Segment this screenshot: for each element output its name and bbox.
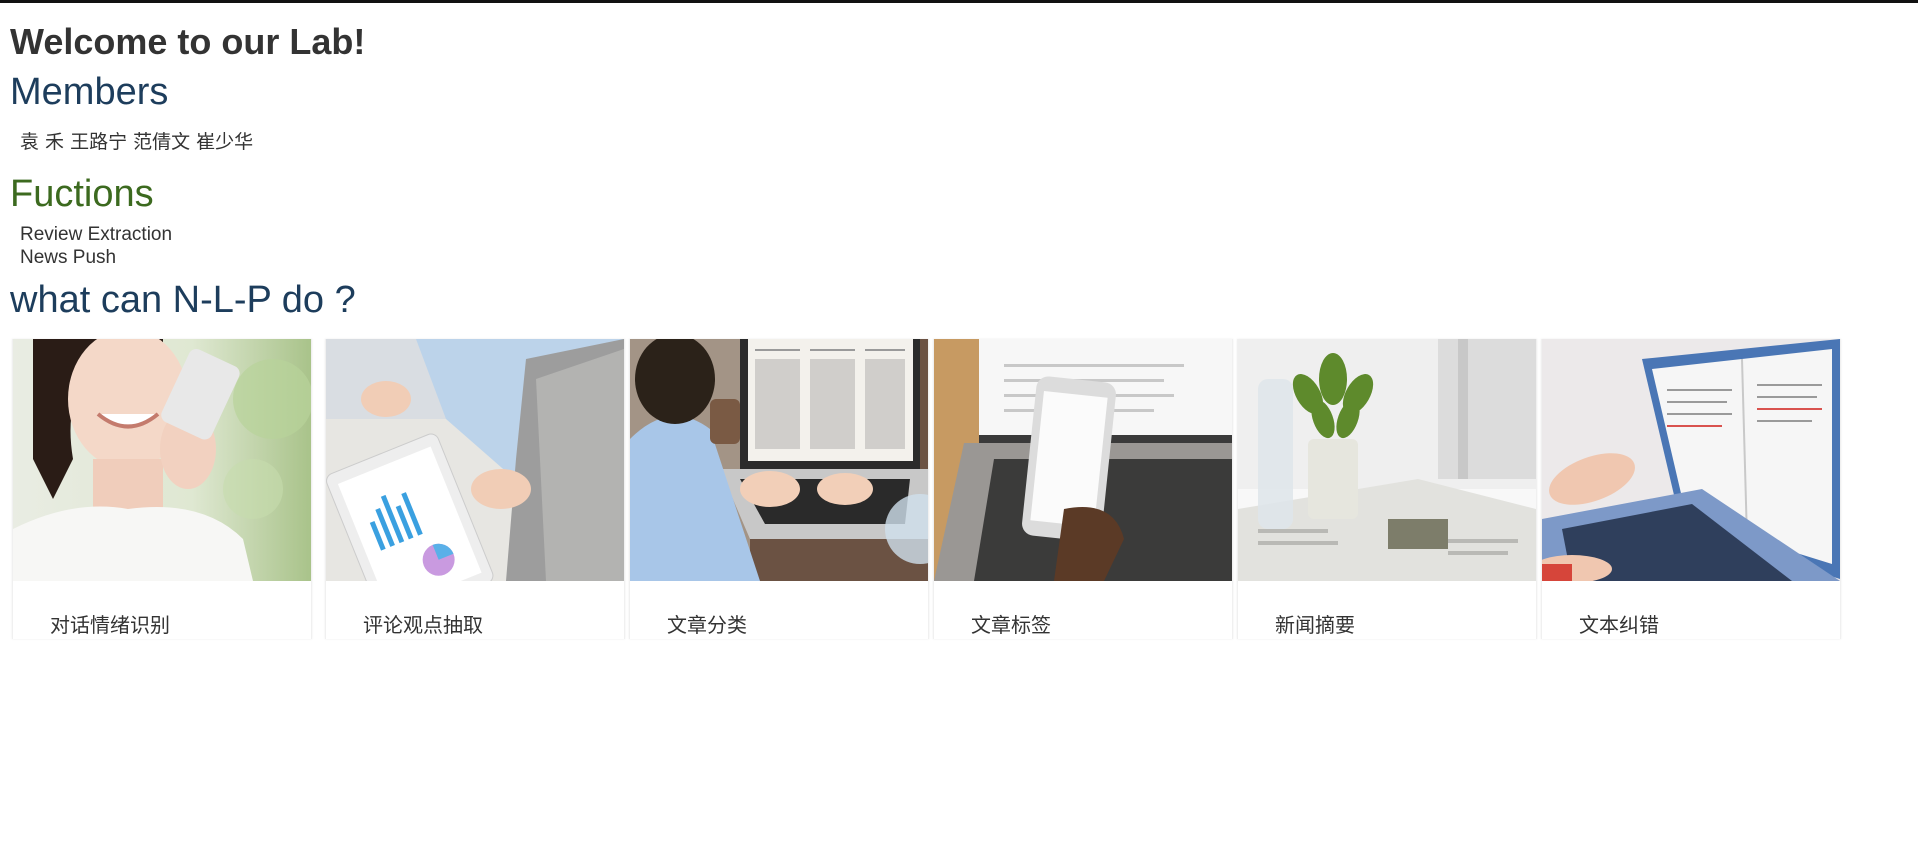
nlp-card-news-summary[interactable]: 新闻摘要 [1237,339,1537,639]
nlp-heading: what can N-L-P do ? [10,279,356,321]
nlp-card-article-tags[interactable]: 文章标签 [933,339,1233,639]
nlp-card-article-classification[interactable]: 文章分类 [629,339,929,639]
newspaper-with-plant-image [1238,339,1536,581]
nlp-card-text-correction[interactable]: 文本纠错 [1541,339,1841,639]
nlp-card-label: 评论观点抽取 [363,613,483,637]
function-item-review-extraction[interactable]: Review Extraction [20,223,172,246]
tablet-with-charts-image [326,339,624,581]
function-item-news-push[interactable]: News Push [20,246,172,269]
typing-on-laptop-image [1542,339,1840,581]
laptop-with-newspaper-image [630,339,928,581]
members-list: 袁 禾 王路宁 范倩文 崔少华 [20,131,254,153]
woman-talking-on-phone-image [13,339,311,581]
nlp-card-review-opinion[interactable]: 评论观点抽取 [325,339,625,639]
nlp-card-label: 文本纠错 [1579,613,1659,637]
functions-list: Review Extraction News Push [20,223,172,269]
nlp-card-label: 新闻摘要 [1275,613,1355,637]
nlp-card-label: 文章分类 [667,613,747,637]
nlp-card-label: 文章标签 [971,613,1051,637]
nlp-card-dialogue-emotion[interactable]: 对话情绪识别 [12,339,312,639]
top-border-line [0,0,1918,3]
functions-heading: Fuctions [10,173,154,215]
smartphone-over-laptop-image [934,339,1232,581]
nlp-card-label: 对话情绪识别 [50,613,170,637]
members-heading: Members [10,71,169,113]
page-title: Welcome to our Lab! [10,21,366,62]
